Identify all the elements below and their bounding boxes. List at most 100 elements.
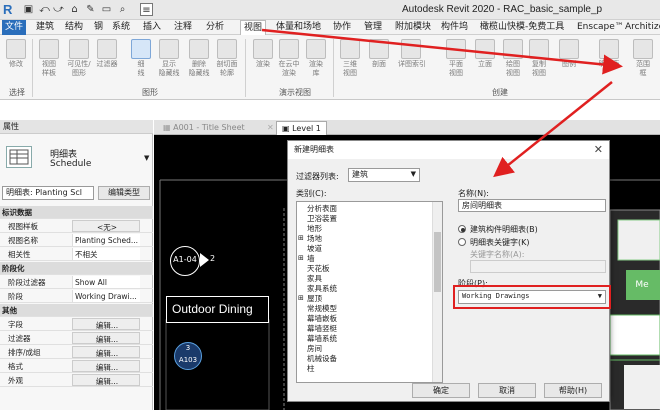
category-item[interactable]: 幕墙竖梃 bbox=[307, 324, 337, 333]
category-item[interactable]: 机械设备 bbox=[307, 354, 337, 363]
cancel-button[interactable]: 取消 bbox=[478, 383, 536, 398]
category-item[interactable]: 幕墙系统 bbox=[307, 334, 337, 343]
tab-file[interactable]: 文件 bbox=[2, 20, 27, 35]
property-edit-button[interactable]: 编辑... bbox=[72, 318, 140, 330]
filters-button[interactable]: 过滤器 bbox=[94, 39, 120, 69]
property-edit-button[interactable]: 编辑... bbox=[72, 332, 140, 344]
cut-profile-icon bbox=[217, 39, 237, 59]
scope-box-button[interactable]: 范围 框 bbox=[630, 39, 656, 78]
plan-views-button[interactable]: 平面 视图 bbox=[443, 39, 469, 78]
expand-icon[interactable]: ⊞ bbox=[298, 234, 304, 242]
property-section[interactable]: 标识数据 bbox=[0, 206, 153, 219]
property-section[interactable]: 其他 bbox=[0, 304, 153, 317]
tab-addins[interactable]: 附加模块 bbox=[392, 20, 434, 35]
property-section[interactable]: 阶段化 bbox=[0, 262, 153, 275]
property-edit-button[interactable]: 编辑... bbox=[72, 346, 140, 358]
category-item[interactable]: 分析表面 bbox=[307, 204, 337, 213]
property-edit-button[interactable]: 编辑... bbox=[72, 360, 140, 372]
legends-button[interactable]: 图例 bbox=[556, 39, 582, 69]
help-button[interactable]: 帮助(H) bbox=[544, 383, 602, 398]
measure-icon[interactable]: ✎ bbox=[84, 3, 97, 16]
tab-steel[interactable]: 钢 bbox=[91, 20, 106, 35]
ok-button[interactable]: 确定 bbox=[412, 383, 470, 398]
property-edit-button[interactable]: <无> bbox=[72, 220, 140, 232]
tab-component-dock[interactable]: 构件坞 bbox=[438, 20, 471, 35]
instance-selector[interactable]: 明细表: Planting Scl bbox=[2, 186, 94, 200]
name-input[interactable]: 房间明细表 bbox=[458, 199, 606, 212]
tab-collaborate[interactable]: 协作 bbox=[330, 20, 354, 35]
property-edit-button[interactable]: 编辑... bbox=[72, 374, 140, 386]
callout-button[interactable]: 详图索引 bbox=[398, 39, 426, 69]
room-label-outdoor-dining[interactable]: Outdoor Dining bbox=[166, 296, 269, 323]
edit-type-button[interactable]: 编辑类型 bbox=[98, 186, 150, 200]
category-item[interactable]: 常规模型 bbox=[307, 304, 337, 313]
render-gallery-button[interactable]: 渲染 库 bbox=[303, 39, 329, 78]
category-tree[interactable]: 分析表面 卫浴装置 地形 ⊞ 场地 坡道 ⊞ 墙天花板 家具 家具系统 ⊞ 屋顶 常规模型 幕墙嵌板 幕墙竖… bbox=[296, 201, 443, 383]
expand-icon[interactable]: ⊞ bbox=[298, 254, 304, 262]
view-tab-title-sheet[interactable]: ▦ A001 - Title Sheet bbox=[158, 121, 250, 135]
category-item[interactable]: 屋顶 bbox=[307, 294, 322, 303]
3d-view-button[interactable]: 三维 视图 bbox=[337, 39, 363, 78]
view-tab-level-1[interactable]: ▣ Level 1 bbox=[276, 121, 327, 135]
close-icon[interactable]: ✕ bbox=[594, 143, 603, 156]
category-item[interactable]: 地形 bbox=[307, 224, 322, 233]
cut-profile-button[interactable]: 剖切面 轮廓 bbox=[214, 39, 240, 78]
tab-olive-mountain[interactable]: 橄榄山快模-免费工具 bbox=[477, 20, 567, 35]
tab-insert[interactable]: 插入 bbox=[140, 20, 164, 35]
schedule-building-components-radio[interactable] bbox=[458, 225, 466, 233]
category-item[interactable]: 坡道 bbox=[307, 244, 322, 253]
modify-button[interactable]: 修改 bbox=[3, 39, 29, 69]
tab-structure[interactable]: 结构 bbox=[62, 20, 86, 35]
category-scrollbar[interactable] bbox=[432, 202, 442, 382]
schedule-keys-radio[interactable] bbox=[458, 238, 466, 246]
scrollbar-thumb[interactable] bbox=[434, 232, 441, 292]
revit-logo[interactable]: R bbox=[3, 2, 17, 17]
show-hidden-lines-button[interactable]: 显示 隐藏线 bbox=[156, 39, 182, 78]
render-button[interactable]: 渲染 bbox=[250, 39, 276, 69]
visibility-graphics-button[interactable]: 可见性/ 图形 bbox=[66, 39, 92, 78]
type-dropdown-icon[interactable]: ▼ bbox=[144, 154, 149, 162]
category-item[interactable]: 天花板 bbox=[307, 264, 330, 273]
category-item[interactable]: 卫浴装置 bbox=[307, 214, 337, 223]
tab-manage[interactable]: 管理 bbox=[361, 20, 385, 35]
undo-icon[interactable]: ⤺ bbox=[38, 3, 51, 16]
open-icon[interactable]: ▣ bbox=[22, 3, 35, 16]
category-item[interactable]: 家具系统 bbox=[307, 284, 337, 293]
render-cloud-button[interactable]: 在云中 渲染 bbox=[276, 39, 302, 78]
category-item[interactable]: 幕墙嵌板 bbox=[307, 314, 337, 323]
property-value[interactable]: Planting Sched... bbox=[72, 234, 140, 246]
thin-lines-button[interactable]: 细 线 bbox=[128, 39, 154, 78]
remove-hidden-lines-button[interactable]: 删除 隐藏线 bbox=[186, 39, 212, 78]
room-tag-partial[interactable]: Me bbox=[628, 275, 656, 295]
expand-icon[interactable]: ⊞ bbox=[298, 294, 304, 302]
view-template-button[interactable]: 视图 样板 bbox=[36, 39, 62, 78]
tab-systems[interactable]: 系统 bbox=[109, 20, 133, 35]
zoom-icon[interactable]: ⌕ bbox=[116, 3, 129, 16]
redo-icon[interactable]: ⤻ bbox=[52, 3, 65, 16]
phase-select[interactable]: Working Drawings ▼ bbox=[458, 290, 606, 304]
tab-architizer[interactable]: Architizer bbox=[622, 20, 660, 35]
property-value[interactable]: 不相关 bbox=[72, 248, 140, 260]
schedules-button[interactable]: 明细表 bbox=[596, 39, 622, 69]
category-item[interactable]: 柱 bbox=[307, 364, 315, 373]
elevation-button[interactable]: 立面 bbox=[472, 39, 498, 69]
property-value[interactable]: Show All bbox=[72, 276, 140, 288]
category-item[interactable]: 家具 bbox=[307, 274, 322, 283]
drafting-view-button[interactable]: 绘图 视图 bbox=[500, 39, 526, 78]
tab-view[interactable]: 视图 bbox=[240, 20, 267, 35]
property-value[interactable]: Working Drawi... bbox=[72, 290, 140, 302]
home-icon[interactable]: ⌂ bbox=[68, 3, 81, 16]
tab-analyze[interactable]: 分析 bbox=[203, 20, 227, 35]
tab-massing-site[interactable]: 体量和场地 bbox=[273, 20, 324, 35]
duplicate-view-button[interactable]: 复制 视图 bbox=[526, 39, 552, 78]
switch-windows-icon[interactable]: ≡ bbox=[140, 3, 153, 16]
section-button[interactable]: 剖面 bbox=[366, 39, 392, 69]
category-item[interactable]: 墙 bbox=[307, 254, 315, 263]
category-item[interactable]: 房间 bbox=[307, 344, 322, 353]
tab-architecture[interactable]: 建筑 bbox=[33, 20, 57, 35]
filter-list-select[interactable]: 建筑 ▼ bbox=[348, 168, 420, 182]
category-item[interactable]: 场地 bbox=[307, 234, 322, 243]
align-icon[interactable]: ▭ bbox=[100, 3, 113, 16]
tab-enscape[interactable]: Enscape™ bbox=[574, 20, 627, 35]
tab-annotate[interactable]: 注释 bbox=[171, 20, 195, 35]
